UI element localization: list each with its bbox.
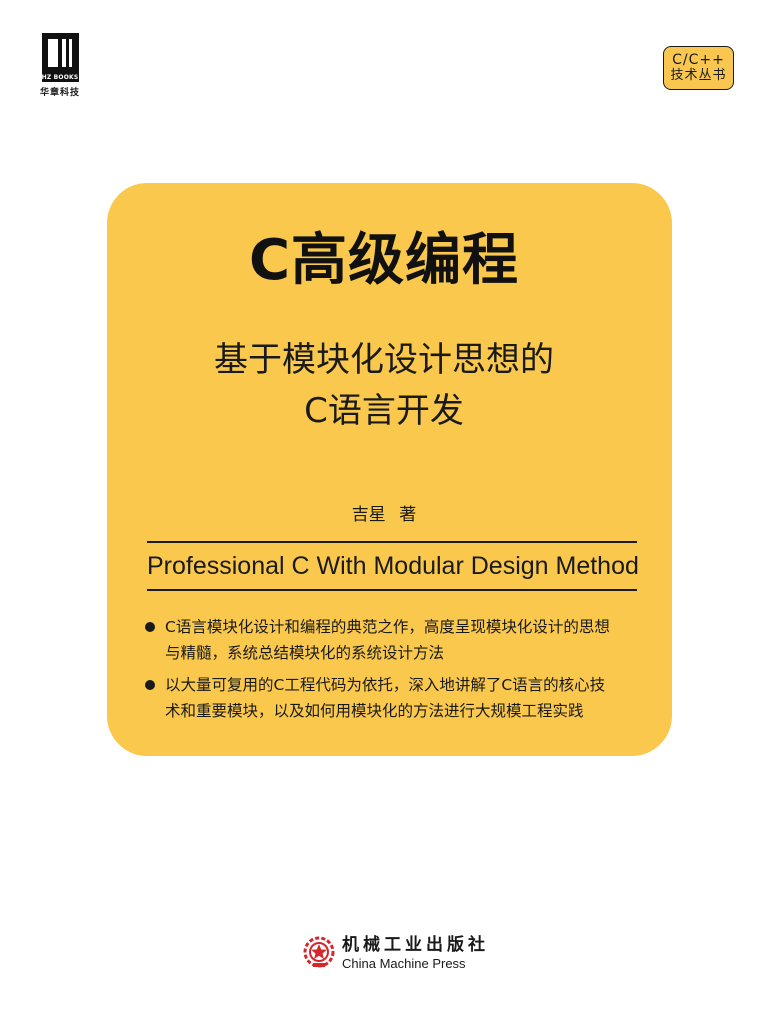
feature-text-line2: 术和重要模块，以及如何用模块化的方法进行大规模工程实践 bbox=[165, 702, 584, 720]
subtitle-line1: 基于模块化设计思想的 bbox=[214, 340, 554, 380]
subtitle-line2: C语言开发 bbox=[304, 391, 464, 431]
series-badge-line1: C/C++ bbox=[672, 52, 725, 68]
english-title: Professional C With Modular Design Metho… bbox=[147, 552, 639, 580]
publisher-name-cn: 机械工业出版社 bbox=[342, 935, 489, 955]
divider-top bbox=[147, 541, 637, 543]
feature-item: C语言模块化设计和编程的典范之作，高度呈现模块化设计的思想 与精髓，系统总结模块… bbox=[145, 614, 645, 666]
book-title: C高级编程 bbox=[248, 228, 520, 293]
feature-list: C语言模块化设计和编程的典范之作，高度呈现模块化设计的思想 与精髓，系统总结模块… bbox=[145, 614, 645, 730]
hz-books-wordmark: HZ BOOKS bbox=[41, 73, 79, 82]
divider-bottom bbox=[147, 589, 637, 591]
china-machine-press-gear-icon bbox=[303, 936, 335, 968]
series-badge: C/C++ 技术丛书 bbox=[663, 46, 734, 90]
feature-text-line1: 以大量可复用的C工程代码为依托，深入地讲解了C语言的核心技 bbox=[165, 676, 606, 694]
publisher-name-en: China Machine Press bbox=[342, 956, 466, 971]
bullet-dot-icon bbox=[145, 622, 155, 632]
book-author: 吉星 著 bbox=[351, 505, 417, 525]
hz-books-logo: HZ BOOKS 华章科技 bbox=[40, 33, 80, 98]
hz-books-mark-icon bbox=[41, 33, 79, 73]
book-subtitle: 基于模块化设计思想的 C语言开发 bbox=[0, 335, 768, 437]
series-badge-line2: 技术丛书 bbox=[670, 68, 727, 83]
feature-text-line1: C语言模块化设计和编程的典范之作，高度呈现模块化设计的思想 bbox=[165, 618, 610, 636]
feature-item: 以大量可复用的C工程代码为依托，深入地讲解了C语言的核心技 术和重要模块，以及如… bbox=[145, 672, 645, 724]
bullet-dot-icon bbox=[145, 680, 155, 690]
feature-text-line2: 与精髓，系统总结模块化的系统设计方法 bbox=[165, 644, 445, 662]
hz-books-name: 华章科技 bbox=[40, 88, 81, 98]
